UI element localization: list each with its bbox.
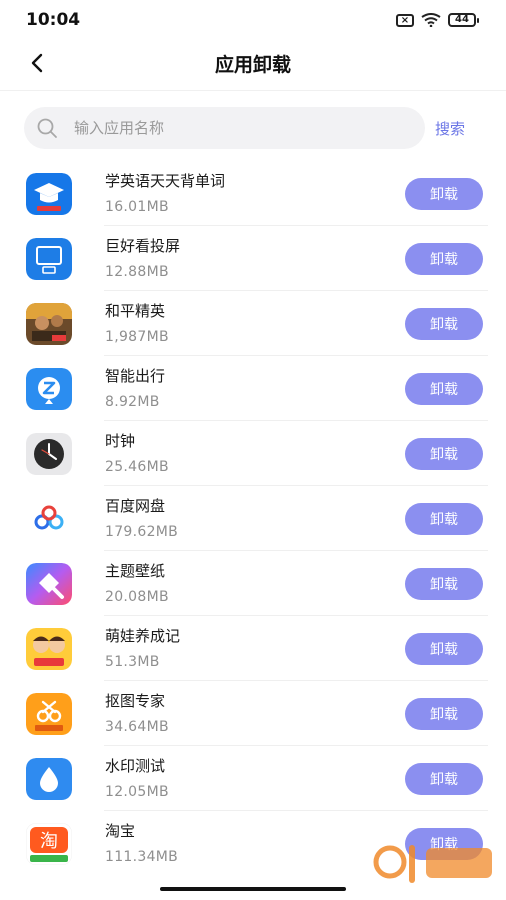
status-bar: 10:04 × 44 — [0, 0, 506, 40]
app-row: 时钟 25.46MB 卸载 — [0, 421, 506, 486]
app-name: 智能出行 — [105, 367, 166, 385]
page-title: 应用卸载 — [214, 53, 291, 76]
site-watermark-logo — [373, 845, 492, 883]
uninstall-button[interactable]: 卸载 — [405, 438, 483, 470]
search-icon — [37, 118, 57, 138]
cloud-disk-icon — [26, 498, 72, 540]
app-size: 111.34MB — [105, 849, 179, 865]
app-row: 巨好看投屏 12.88MB 卸载 — [0, 226, 506, 291]
app-name: 淘宝 — [105, 822, 136, 840]
app-name: 水印测试 — [105, 757, 166, 775]
app-name: 百度网盘 — [105, 497, 166, 515]
wifi-icon — [421, 13, 441, 27]
home-indicator[interactable] — [160, 887, 346, 891]
app-row: 智能出行 8.92MB 卸载 — [0, 356, 506, 421]
app-size: 25.46MB — [105, 459, 169, 475]
back-arrow-icon — [31, 53, 43, 73]
search-input[interactable] — [74, 119, 374, 137]
app-row: 水印测试 12.05MB 卸载 — [0, 746, 506, 811]
app-size: 16.01MB — [105, 199, 169, 215]
app-row: 百度网盘 179.62MB 卸载 — [0, 486, 506, 551]
app-size: 12.88MB — [105, 264, 169, 280]
theme-wallpaper-icon — [26, 563, 72, 605]
cutout-expert-icon — [26, 693, 72, 735]
uninstall-button[interactable]: 卸载 — [405, 308, 483, 340]
app-name: 学英语天天背单词 — [105, 172, 226, 190]
app-name: 主题壁纸 — [105, 562, 166, 580]
app-name: 和平精英 — [105, 302, 166, 320]
no-sim-icon: × — [396, 13, 414, 27]
back-button[interactable] — [22, 48, 52, 78]
status-icons: × 44 — [396, 13, 479, 27]
game-icon — [26, 303, 72, 345]
app-size: 20.08MB — [105, 589, 169, 605]
app-row: 主题壁纸 20.08MB 卸载 — [0, 551, 506, 616]
app-row: 抠图专家 34.64MB 卸载 — [0, 681, 506, 746]
uninstall-button[interactable]: 卸载 — [405, 373, 483, 405]
search-button[interactable]: 搜索 — [435, 118, 465, 139]
uninstall-button[interactable]: 卸载 — [405, 178, 483, 210]
app-name: 巨好看投屏 — [105, 237, 181, 255]
search-box[interactable] — [24, 107, 425, 149]
english-words-icon — [26, 173, 72, 215]
app-size: 12.05MB — [105, 784, 169, 800]
clock-icon — [26, 433, 72, 475]
app-name: 抠图专家 — [105, 692, 166, 710]
app-row: 学英语天天背单词 16.01MB 卸载 — [0, 161, 506, 226]
status-time: 10:04 — [26, 10, 81, 30]
uninstall-button[interactable]: 卸载 — [405, 503, 483, 535]
app-row: 萌娃养成记 51.3MB 卸载 — [0, 616, 506, 681]
cute-kid-game-icon — [26, 628, 72, 670]
uninstall-button[interactable]: 卸载 — [405, 568, 483, 600]
app-list: 学英语天天背单词 16.01MB 卸载 巨好看投屏 12.88MB 卸载 和平精… — [0, 161, 506, 876]
app-size: 179.62MB — [105, 524, 179, 540]
header: 应用卸载 — [0, 40, 506, 86]
uninstall-button[interactable]: 卸载 — [405, 243, 483, 275]
app-size: 51.3MB — [105, 654, 160, 670]
header-divider — [0, 90, 506, 91]
uninstall-button[interactable]: 卸载 — [405, 763, 483, 795]
smart-travel-icon — [26, 368, 72, 410]
app-size: 8.92MB — [105, 394, 160, 410]
app-size: 1,987MB — [105, 329, 169, 345]
screen-cast-icon — [26, 238, 72, 280]
app-row: 和平精英 1,987MB 卸载 — [0, 291, 506, 356]
taobao-icon: 淘 — [26, 823, 72, 865]
battery-icon: 44 — [448, 13, 479, 27]
app-name: 时钟 — [105, 432, 136, 450]
uninstall-button[interactable]: 卸载 — [405, 633, 483, 665]
uninstall-button[interactable]: 卸载 — [405, 698, 483, 730]
app-name: 萌娃养成记 — [105, 627, 181, 645]
svg-text:淘: 淘 — [40, 831, 58, 852]
search-row: 搜索 — [24, 107, 484, 149]
app-size: 34.64MB — [105, 719, 169, 735]
watermark-test-icon — [26, 758, 72, 800]
